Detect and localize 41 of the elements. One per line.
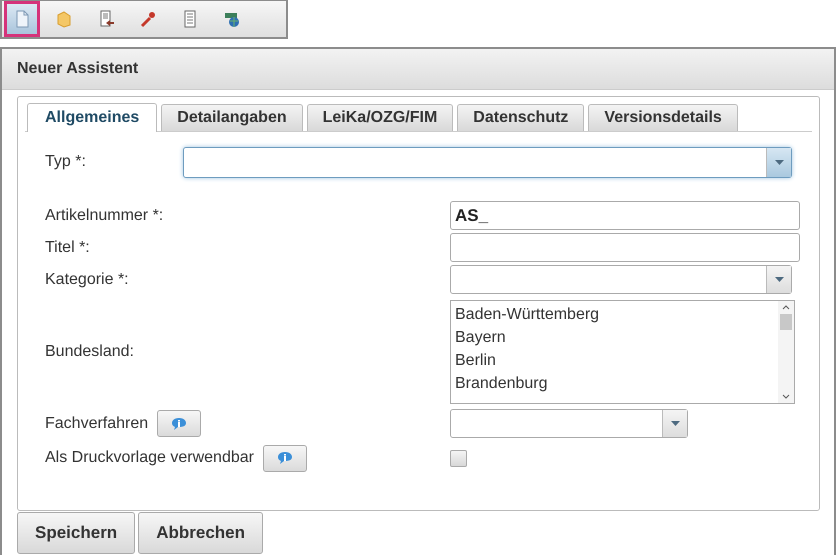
list-box[interactable]: Baden-Württemberg Bayern Berlin Brandenburg bbox=[450, 300, 795, 404]
tab[interactable]: Versionsdetails bbox=[588, 104, 738, 131]
combo-box[interactable] bbox=[450, 409, 688, 438]
dialog-title: Neuer Assistent bbox=[17, 60, 138, 78]
combo-box[interactable] bbox=[183, 146, 792, 178]
field-label: Artikelnummer *: bbox=[45, 206, 164, 224]
field-label: Kategorie *: bbox=[45, 270, 129, 288]
caret-down-icon bbox=[670, 421, 680, 426]
field-label: Titel *: bbox=[45, 238, 90, 256]
info-speech-bubble-icon bbox=[276, 451, 293, 465]
toolbar-button[interactable] bbox=[4, 1, 40, 37]
dialog-button[interactable]: Abbrechen bbox=[138, 512, 263, 554]
tab[interactable]: Detailangaben bbox=[161, 104, 303, 131]
field-label: Als Druckvorlage verwendbar bbox=[45, 449, 254, 467]
field-label: Fachverfahren bbox=[45, 414, 148, 432]
checkbox[interactable] bbox=[450, 450, 467, 466]
text-field[interactable] bbox=[450, 233, 800, 262]
scroll-down-icon[interactable] bbox=[782, 394, 790, 399]
dropdown-button[interactable] bbox=[766, 266, 791, 293]
field-label: Typ *: bbox=[45, 153, 86, 171]
scroll-up-icon[interactable] bbox=[782, 305, 790, 310]
caret-down-icon bbox=[774, 160, 784, 164]
list-option[interactable]: Brandenburg bbox=[455, 372, 774, 395]
info-button[interactable] bbox=[262, 444, 307, 472]
list-option[interactable]: Bayern bbox=[455, 326, 774, 349]
tab[interactable]: LeiKa/OZG/FIM bbox=[306, 104, 454, 131]
combo-box[interactable] bbox=[450, 265, 792, 294]
dialog-button[interactable]: Speichern bbox=[17, 512, 136, 554]
scrollbar-thumb[interactable] bbox=[780, 314, 792, 330]
tab[interactable]: Datenschutz bbox=[457, 104, 584, 131]
text-field[interactable]: AS_ bbox=[450, 201, 800, 230]
dropdown-button[interactable] bbox=[766, 148, 791, 176]
dropdown-button[interactable] bbox=[662, 410, 687, 437]
caret-down-icon bbox=[774, 277, 784, 282]
field-label: Bundesland: bbox=[45, 343, 134, 361]
info-speech-bubble-icon bbox=[171, 416, 188, 430]
list-option[interactable]: Berlin bbox=[455, 349, 774, 372]
info-button[interactable] bbox=[157, 410, 202, 437]
list-option[interactable]: Baden-Württemberg bbox=[455, 303, 774, 326]
scrollbar[interactable] bbox=[778, 301, 794, 403]
tab[interactable]: Allgemeines bbox=[27, 103, 158, 132]
